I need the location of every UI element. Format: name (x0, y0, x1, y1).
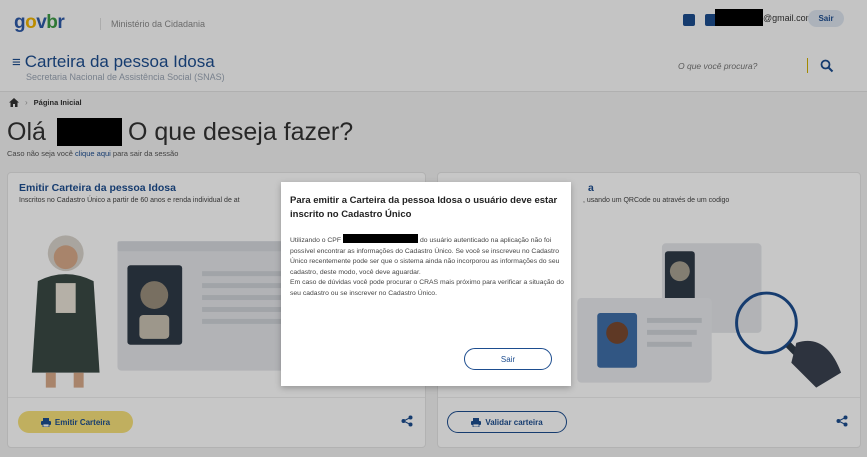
redacted-cpf (343, 234, 418, 243)
modal-title: Para emitir a Carteira da pessoa Idosa o… (290, 195, 558, 220)
modal-sair-button[interactable]: Sair (464, 348, 552, 370)
page: govbr Ministério da Cidadania @gmail.com… (0, 0, 867, 457)
modal-body: Utilizando o CPF do usuário autenticado n… (290, 234, 565, 300)
cadastro-unico-modal: Para emitir a Carteira da pessoa Idosa o… (281, 182, 571, 386)
